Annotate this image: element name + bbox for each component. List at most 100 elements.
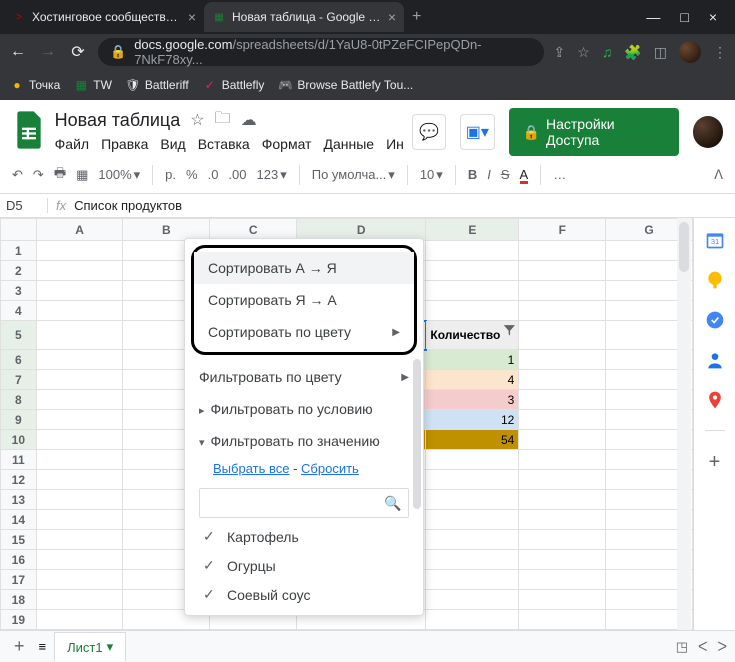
cell[interactable]: 1 (426, 350, 519, 370)
text-color-button[interactable]: A (520, 167, 529, 182)
scroll-right-button[interactable]: ᐳ (718, 639, 727, 655)
scroll-left-button[interactable]: ᐸ (698, 639, 707, 655)
new-tab-button[interactable]: + (404, 8, 429, 26)
number-format-select[interactable]: 123▾ (257, 167, 287, 183)
filter-value-item[interactable]: ✓Огурцы (185, 551, 423, 580)
filter-by-condition-item[interactable]: ▸Фильтровать по условию (185, 393, 423, 425)
install-icon[interactable]: ◫ (654, 44, 667, 61)
col-header[interactable]: E (426, 219, 519, 241)
filter-icon[interactable] (502, 323, 516, 337)
close-window-button[interactable]: × (709, 9, 717, 25)
menu-insert[interactable]: Вставка (198, 136, 250, 152)
font-select[interactable]: По умолча... ▾ (312, 167, 395, 183)
add-sheet-button[interactable]: + (8, 636, 31, 657)
row-header[interactable]: 5 (1, 321, 37, 350)
paint-format-button[interactable]: ▦ (76, 167, 88, 183)
reset-link[interactable]: Сбросить (301, 461, 359, 476)
row-header[interactable]: 6 (1, 350, 37, 370)
menu-data[interactable]: Данные (323, 136, 374, 152)
forward-button[interactable]: → (38, 43, 58, 61)
account-avatar[interactable] (693, 116, 723, 148)
menu-format[interactable]: Формат (262, 136, 312, 152)
undo-button[interactable]: ↶ (12, 167, 23, 183)
bookmark-item[interactable]: 🛡Battleriff (126, 78, 189, 92)
row-header[interactable]: 15 (1, 530, 37, 550)
bookmark-item[interactable]: 🎮Browse Battlefy Tou... (278, 78, 413, 92)
browser-tab[interactable]: > Хостинговое сообщество «Time × (4, 2, 204, 32)
toolbar-more-button[interactable]: … (553, 167, 566, 182)
cell[interactable]: 4 (426, 370, 519, 390)
browser-tab-active[interactable]: ▦ Новая таблица - Google Табли × (204, 2, 404, 32)
cloud-icon[interactable]: ☁ (241, 110, 257, 130)
row-header[interactable]: 18 (1, 590, 37, 610)
keep-icon[interactable] (705, 270, 725, 290)
bookmark-item[interactable]: ●Точка (10, 78, 60, 92)
row-header[interactable]: 8 (1, 390, 37, 410)
profile-avatar[interactable] (679, 41, 701, 63)
maximize-button[interactable]: □ (680, 9, 688, 25)
doc-title[interactable]: Новая таблица (55, 110, 181, 131)
move-icon[interactable]: 🗀 (215, 107, 231, 134)
cell[interactable]: 3 (426, 390, 519, 410)
tasks-icon[interactable] (705, 310, 725, 330)
decrease-decimal-button[interactable]: .0 (208, 167, 219, 182)
extensions-button[interactable]: 🧩 (624, 44, 641, 61)
chevron-down-icon[interactable]: ▾ (107, 639, 114, 655)
select-all-link[interactable]: Выбрать все (213, 461, 289, 476)
star-icon[interactable]: ☆ (190, 110, 204, 130)
zoom-select[interactable]: 100% ▾ (98, 167, 140, 183)
comments-button[interactable]: 💬 (412, 114, 446, 150)
strike-button[interactable]: S (501, 167, 510, 182)
close-icon[interactable]: × (188, 9, 196, 25)
percent-button[interactable]: % (186, 167, 198, 182)
print-button[interactable]: 🖶 (54, 164, 66, 186)
minimize-button[interactable]: — (646, 9, 660, 25)
share-button[interactable]: 🔒 Настройки Доступа (509, 108, 679, 156)
row-header[interactable]: 16 (1, 550, 37, 570)
all-sheets-button[interactable]: ≡ (39, 639, 47, 654)
row-header[interactable]: 9 (1, 410, 37, 430)
cell[interactable]: 54 (426, 430, 519, 450)
col-header[interactable]: A (36, 219, 123, 241)
fx-value[interactable]: Список продуктов (74, 198, 182, 213)
menu-view[interactable]: Вид (160, 136, 185, 152)
sort-az-item[interactable]: Сортировать А → Я (194, 252, 414, 284)
vertical-scrollbar[interactable] (677, 218, 691, 648)
bookmark-item[interactable]: ✓Battlefly (203, 78, 265, 92)
row-header[interactable]: 12 (1, 470, 37, 490)
row-header[interactable]: 3 (1, 281, 37, 301)
select-all-corner[interactable] (1, 219, 37, 241)
bookmark-item[interactable]: ▦TW (74, 78, 112, 92)
name-box[interactable]: D5 (0, 198, 48, 213)
share-icon[interactable]: ⇪ (554, 44, 566, 61)
extension-icon[interactable]: ♫ (602, 44, 613, 60)
add-panel-button[interactable]: + (709, 451, 721, 474)
row-header[interactable]: 4 (1, 301, 37, 321)
filter-by-color-item[interactable]: Фильтровать по цвету▶ (185, 361, 423, 393)
filter-by-value-item[interactable]: ▾Фильтровать по значению (185, 425, 423, 457)
reload-button[interactable]: ⟳ (68, 42, 88, 62)
currency-button[interactable]: р. (165, 167, 176, 182)
collapse-toolbar-button[interactable]: ᐱ (714, 167, 723, 183)
calendar-icon[interactable]: 31 (705, 230, 725, 250)
row-header[interactable]: 10 (1, 430, 37, 450)
filter-search-input[interactable]: 🔍 (199, 488, 409, 518)
filter-value-item[interactable]: ✓Картофель (185, 522, 423, 551)
row-header[interactable]: 7 (1, 370, 37, 390)
redo-button[interactable]: ↷ (33, 167, 44, 183)
sheet-tab-active[interactable]: Лист1 ▾ (54, 632, 126, 661)
filter-value-item[interactable]: ✓Соевый соус (185, 580, 423, 609)
italic-button[interactable]: I (487, 167, 491, 182)
row-header[interactable]: 19 (1, 610, 37, 630)
menu-button[interactable]: ⋮ (713, 44, 727, 61)
scrollbar[interactable] (413, 359, 421, 509)
font-size-select[interactable]: 10 ▾ (420, 167, 443, 183)
row-header[interactable]: 1 (1, 241, 37, 261)
col-header[interactable]: F (519, 219, 606, 241)
cell[interactable]: 12 (426, 410, 519, 430)
sort-za-item[interactable]: Сортировать Я → А (194, 284, 414, 316)
sort-by-color-item[interactable]: Сортировать по цвету▶ (194, 316, 414, 348)
menu-file[interactable]: Файл (55, 136, 89, 152)
row-header[interactable]: 17 (1, 570, 37, 590)
row-header[interactable]: 2 (1, 261, 37, 281)
